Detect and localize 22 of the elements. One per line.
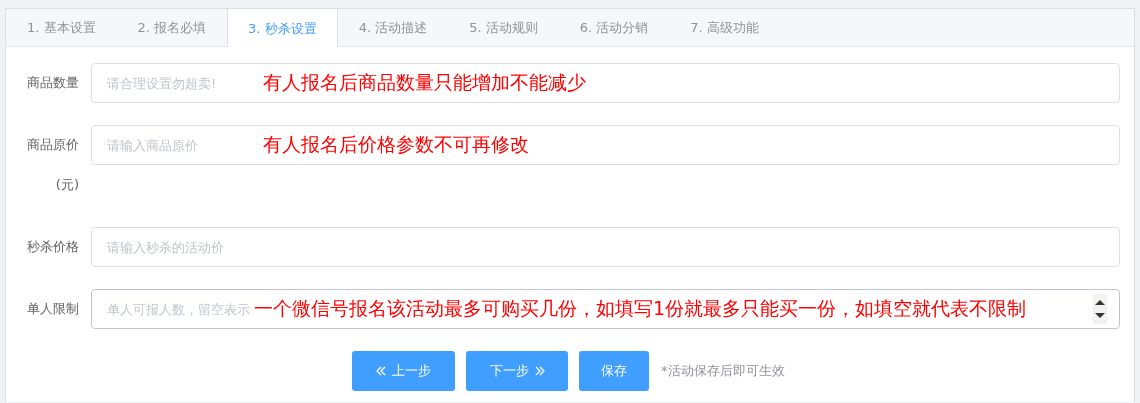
field-label: 商品原价(元) bbox=[26, 136, 80, 194]
tab[interactable]: 5. 活动规则 bbox=[448, 9, 559, 46]
tab[interactable]: 1. 基本设置 bbox=[6, 9, 117, 46]
tab[interactable]: 4. 活动描述 bbox=[337, 9, 449, 46]
annotation-text: 一个微信号报名该活动最多可购买几份，如填写1份就最多只能买一份，如填空就代表不限制 bbox=[254, 297, 1027, 319]
step-button[interactable]: 保存 bbox=[579, 351, 649, 391]
step-button[interactable]: 上一步 bbox=[352, 351, 455, 391]
annotation-text: 有人报名后商品数量只能增加不能减少 bbox=[263, 71, 586, 93]
field-label: 单人限制 bbox=[26, 300, 80, 318]
hint-text: *活动保存后即可生效 bbox=[661, 362, 785, 380]
step-button[interactable]: 下一步 bbox=[466, 351, 568, 391]
annotation-text: 有人报名后价格参数不可再修改 bbox=[263, 133, 529, 155]
tab[interactable]: 3. 秒杀设置 bbox=[227, 9, 338, 47]
tab[interactable]: 2. 报名必填 bbox=[116, 9, 228, 46]
tab[interactable]: 7. 高级功能 bbox=[669, 9, 780, 46]
input-field[interactable]: 请输入秒杀的活动价 bbox=[91, 227, 1120, 267]
spinner-icon[interactable] bbox=[1093, 294, 1107, 324]
field-label: 商品数量 bbox=[26, 74, 80, 92]
field-label: 秒杀价格 bbox=[26, 238, 80, 256]
double-chevron-right-icon bbox=[534, 366, 545, 376]
tab[interactable]: 6. 活动分销 bbox=[558, 9, 670, 46]
double-chevron-left-icon bbox=[376, 366, 386, 376]
